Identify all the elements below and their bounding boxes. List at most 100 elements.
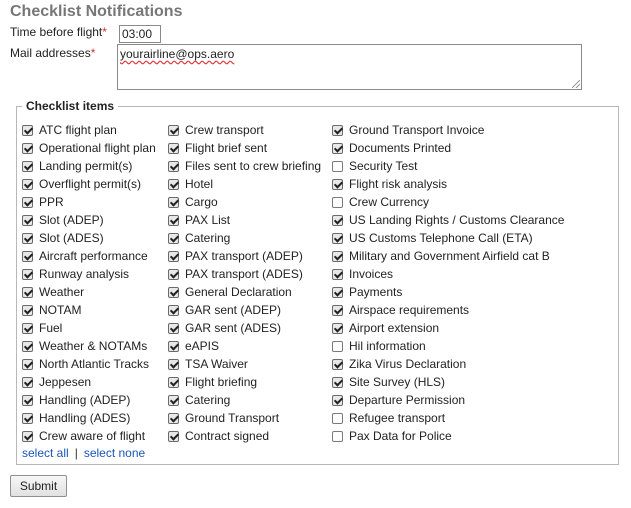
checkbox-checked[interactable] [22,322,33,334]
checklist-item[interactable]: PAX List [168,211,321,229]
checklist-item[interactable]: Security Test [332,157,564,175]
checkbox-checked[interactable] [22,412,33,424]
checkbox-checked[interactable] [22,394,33,406]
checklist-item[interactable]: PAX transport (ADES) [168,265,321,283]
checkbox-unchecked[interactable] [332,196,343,208]
checkbox-checked[interactable] [168,214,179,226]
checkbox-checked[interactable] [332,322,343,334]
checkbox-checked[interactable] [168,340,179,352]
checklist-item[interactable]: Weather & NOTAMs [22,337,156,355]
textarea-resize-grip-icon[interactable] [572,80,580,88]
checkbox-checked[interactable] [168,250,179,262]
checklist-item[interactable]: Airspace requirements [332,301,564,319]
time-before-flight-input[interactable] [119,25,161,43]
checklist-item[interactable]: Site Survey (HLS) [332,373,564,391]
checkbox-checked[interactable] [22,214,33,226]
checkbox-checked[interactable] [168,124,179,136]
checklist-item[interactable]: Landing permit(s) [22,157,156,175]
checklist-item[interactable]: Ground Transport Invoice [332,121,564,139]
submit-button[interactable]: Submit [10,475,67,497]
checklist-item[interactable]: Military and Government Airfield cat B [332,247,564,265]
checklist-item[interactable]: Payments [332,283,564,301]
checklist-item[interactable]: Ground Transport [168,409,321,427]
checkbox-checked[interactable] [168,376,179,388]
checklist-item[interactable]: Handling (ADEP) [22,391,156,409]
checklist-item[interactable]: Fuel [22,319,156,337]
checklist-item[interactable]: Flight risk analysis [332,175,564,193]
select-all-link[interactable]: select all [22,446,69,460]
checklist-item[interactable]: GAR sent (ADEP) [168,301,321,319]
checklist-item[interactable]: eAPIS [168,337,321,355]
checkbox-checked[interactable] [168,412,179,424]
checkbox-checked[interactable] [332,304,343,316]
checklist-item[interactable]: US Customs Telephone Call (ETA) [332,229,564,247]
checkbox-checked[interactable] [22,304,33,316]
checkbox-checked[interactable] [22,340,33,352]
checklist-item[interactable]: Slot (ADES) [22,229,156,247]
checklist-item[interactable]: Invoices [332,265,564,283]
checklist-item[interactable]: Refugee transport [332,409,564,427]
checkbox-checked[interactable] [332,376,343,388]
checkbox-checked[interactable] [168,304,179,316]
checklist-item[interactable]: Hotel [168,175,321,193]
checklist-item[interactable]: Crew Currency [332,193,564,211]
checkbox-checked[interactable] [22,358,33,370]
checkbox-checked[interactable] [22,124,33,136]
checklist-item[interactable]: Runway analysis [22,265,156,283]
checklist-item[interactable]: North Atlantic Tracks [22,355,156,373]
checklist-item[interactable]: Zika Virus Declaration [332,355,564,373]
checkbox-checked[interactable] [168,142,179,154]
checklist-item[interactable]: General Declaration [168,283,321,301]
mail-addresses-textarea[interactable]: yourairline@ops.aero [117,44,582,90]
checkbox-checked[interactable] [332,142,343,154]
checklist-item[interactable]: Documents Printed [332,139,564,157]
checklist-item[interactable]: Departure Permission [332,391,564,409]
checkbox-checked[interactable] [168,232,179,244]
checklist-item[interactable]: Jeppesen [22,373,156,391]
checkbox-checked[interactable] [22,142,33,154]
checkbox-checked[interactable] [168,268,179,280]
checkbox-checked[interactable] [168,196,179,208]
checklist-item[interactable]: Flight briefing [168,373,321,391]
checklist-item[interactable]: ATC flight plan [22,121,156,139]
checklist-item[interactable]: Pax Data for Police [332,427,564,445]
checklist-item[interactable]: Cargo [168,193,321,211]
checkbox-checked[interactable] [22,250,33,262]
checkbox-checked[interactable] [332,286,343,298]
checkbox-checked[interactable] [332,268,343,280]
checklist-item[interactable]: Flight brief sent [168,139,321,157]
checklist-item[interactable]: Handling (ADES) [22,409,156,427]
select-none-link[interactable]: select none [84,446,145,460]
checkbox-checked[interactable] [332,214,343,226]
checkbox-checked[interactable] [332,178,343,190]
checklist-item[interactable]: GAR sent (ADES) [168,319,321,337]
checklist-item[interactable]: PAX transport (ADEP) [168,247,321,265]
checkbox-unchecked[interactable] [332,340,343,352]
checklist-item[interactable]: US Landing Rights / Customs Clearance [332,211,564,229]
checkbox-checked[interactable] [168,286,179,298]
checklist-item[interactable]: Contract signed [168,427,321,445]
checklist-item[interactable]: Files sent to crew briefing [168,157,321,175]
checklist-item[interactable]: Airport extension [332,319,564,337]
checklist-item[interactable]: PPR [22,193,156,211]
checkbox-checked[interactable] [22,286,33,298]
checklist-item[interactable]: Crew transport [168,121,321,139]
checklist-item[interactable]: Catering [168,229,321,247]
checkbox-checked[interactable] [168,178,179,190]
checkbox-unchecked[interactable] [332,412,343,424]
checkbox-unchecked[interactable] [332,430,343,442]
checkbox-checked[interactable] [22,268,33,280]
checkbox-checked[interactable] [168,322,179,334]
checklist-item[interactable]: Overflight permit(s) [22,175,156,193]
checkbox-checked[interactable] [22,376,33,388]
checklist-item[interactable]: Hil information [332,337,564,355]
checkbox-checked[interactable] [168,358,179,370]
checklist-item[interactable]: Catering [168,391,321,409]
checkbox-checked[interactable] [22,178,33,190]
checkbox-checked[interactable] [332,250,343,262]
checklist-item[interactable]: Slot (ADEP) [22,211,156,229]
checkbox-unchecked[interactable] [332,160,343,172]
checkbox-checked[interactable] [22,196,33,208]
checklist-item[interactable]: Weather [22,283,156,301]
checkbox-checked[interactable] [22,160,33,172]
